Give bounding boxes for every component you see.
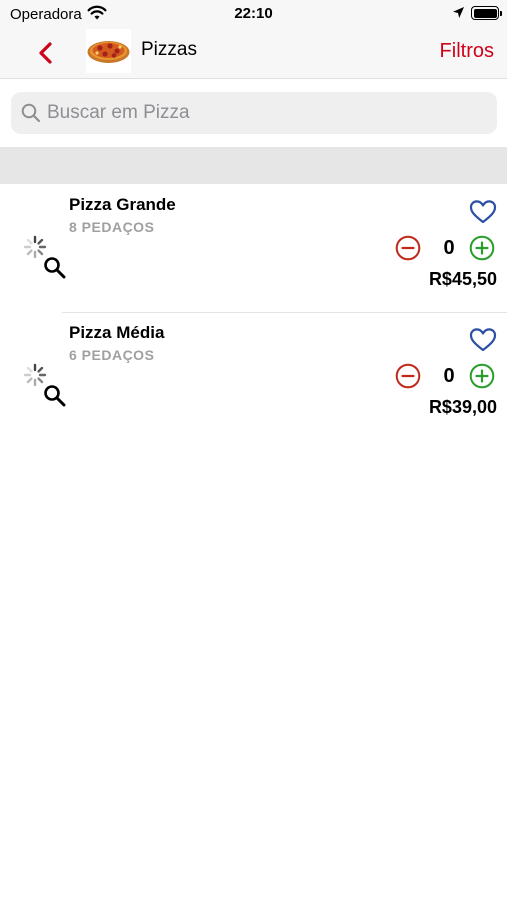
product-price: R$45,50	[428, 269, 497, 289]
page-title: Pizzas	[141, 39, 197, 60]
search-area	[0, 79, 507, 147]
heart-icon[interactable]	[469, 327, 497, 353]
decrease-quantity-button[interactable]	[395, 235, 421, 261]
product-row[interactable]: Pizza Grande 8 PEDAÇOS 0 R$45,50	[0, 184, 507, 312]
search-icon	[21, 103, 41, 128]
decrease-quantity-button[interactable]	[395, 363, 421, 389]
section-header	[0, 147, 507, 184]
status-bar: Operadora 22:10	[0, 0, 507, 28]
increase-quantity-button[interactable]	[469, 363, 495, 389]
search-input[interactable]	[47, 92, 487, 134]
battery-icon	[471, 6, 502, 20]
product-name: Pizza Grande	[69, 195, 176, 214]
navigation-bar: Pizzas Filtros	[0, 28, 507, 79]
back-button[interactable]	[30, 37, 62, 69]
quantity-value: 0	[443, 237, 455, 259]
product-subtitle: 8 PEDAÇOS	[69, 219, 155, 235]
pizza-image	[86, 29, 131, 73]
product-price: R$39,00	[428, 397, 497, 417]
clock-label: 22:10	[234, 5, 273, 22]
zoom-icon[interactable]	[42, 255, 68, 281]
product-row[interactable]: Pizza Média 6 PEDAÇOS 0 R$39,00	[0, 312, 507, 440]
product-name: Pizza Média	[69, 323, 165, 342]
heart-icon[interactable]	[469, 199, 497, 225]
filter-button[interactable]: Filtros	[440, 40, 494, 63]
location-arrow-icon	[452, 6, 465, 24]
product-subtitle: 6 PEDAÇOS	[69, 347, 155, 363]
chevron-left-icon	[39, 42, 52, 64]
quantity-value: 0	[443, 365, 455, 387]
search-bar[interactable]	[11, 92, 497, 134]
zoom-icon[interactable]	[42, 383, 68, 409]
increase-quantity-button[interactable]	[469, 235, 495, 261]
